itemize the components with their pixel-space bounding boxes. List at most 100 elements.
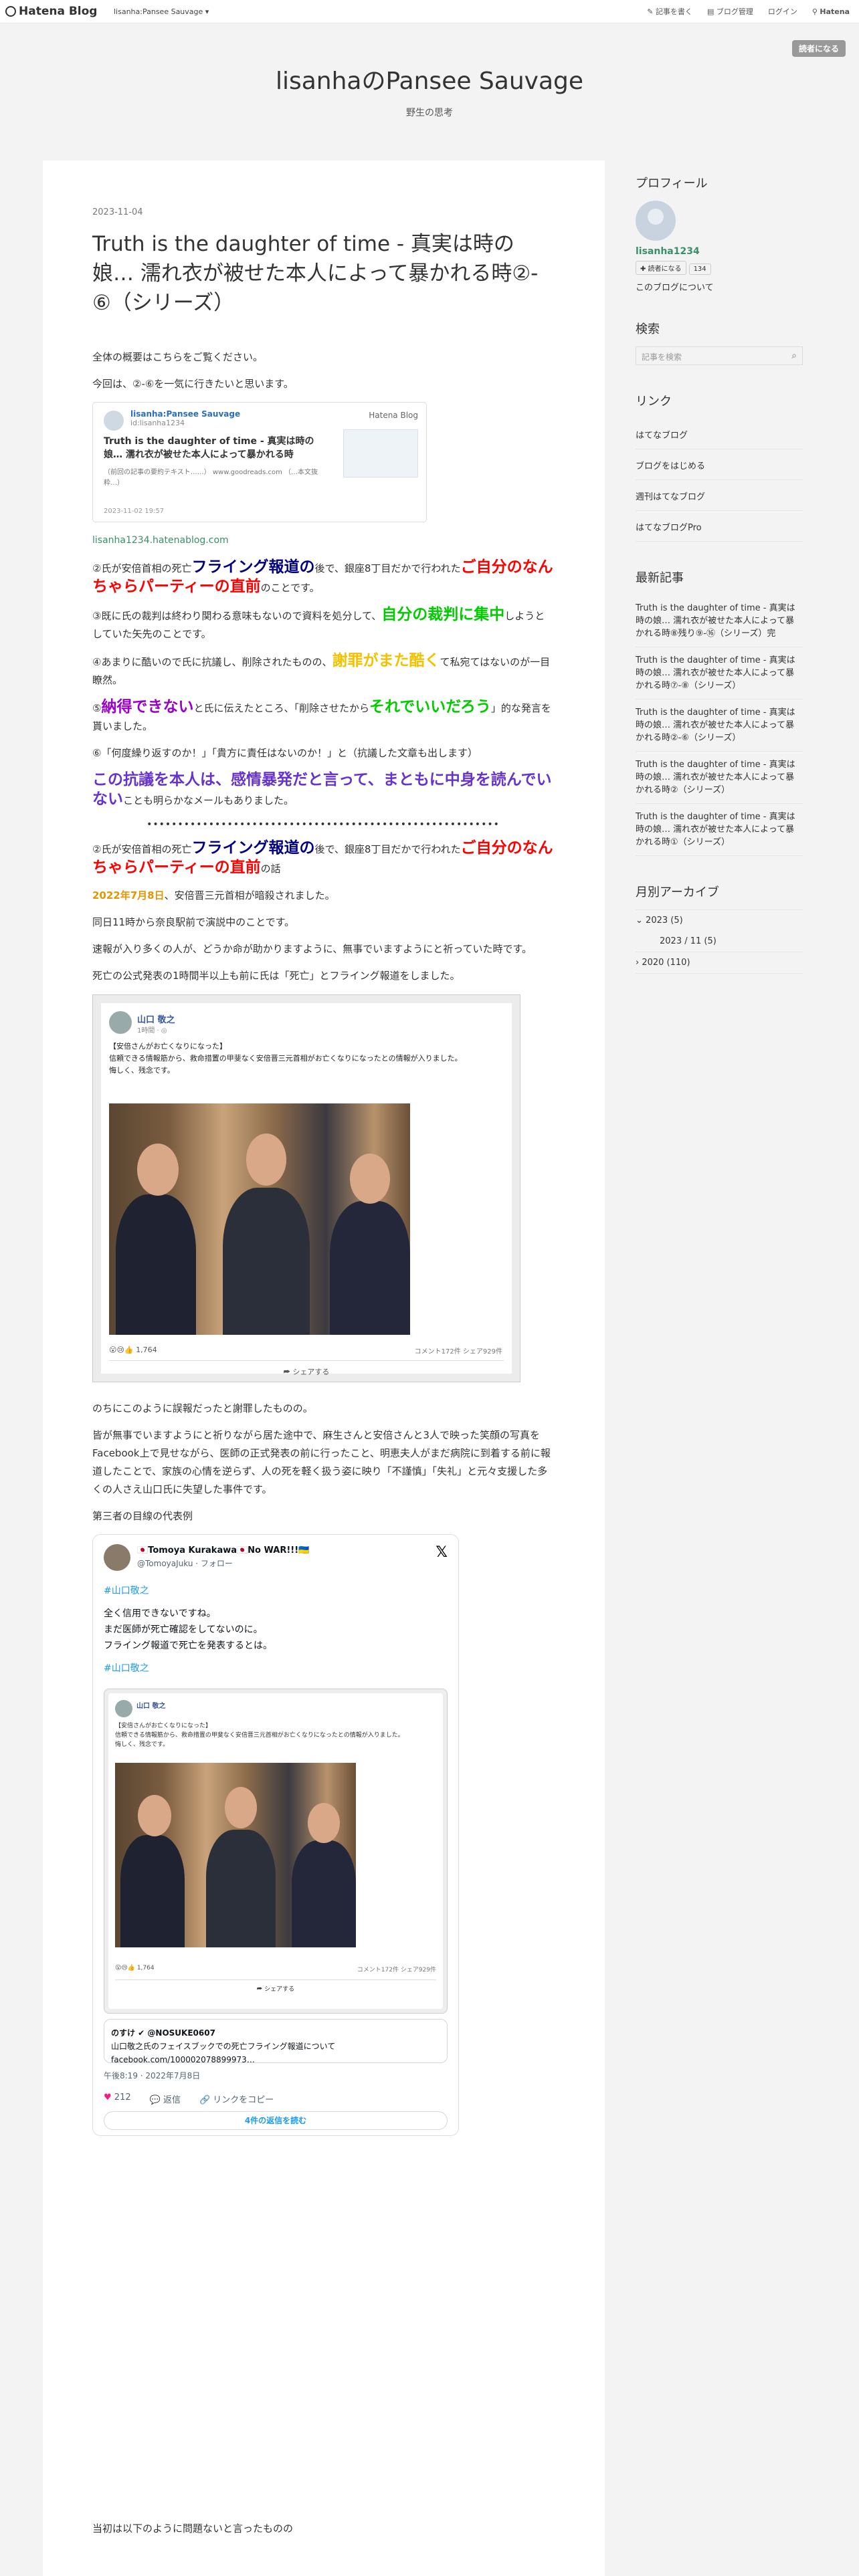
about-link[interactable]: このブログについて: [636, 280, 803, 293]
separator: ••••••••••••••••••••••••••••••••••••••••…: [147, 819, 500, 830]
blog-description: 野生の思考: [406, 108, 453, 118]
chevron-right-icon[interactable]: ›: [636, 958, 639, 968]
archive-year-2020[interactable]: › 2020 (110): [636, 952, 803, 973]
paragraph-5: ⑤納得できないと氏に伝えたところ、「削除させたからそれでいいだろう」的な発言を貰…: [92, 698, 551, 732]
blog-card[interactable]: lisanha:Pansee Sauvage id:lisanha1234 Ha…: [92, 402, 427, 522]
avatar: [104, 1544, 130, 1571]
main-content: 2023-11-04 Truth is the daughter of time…: [43, 160, 605, 2576]
username-link[interactable]: lisanha1234: [636, 246, 803, 257]
chevron-down-icon[interactable]: ⌄: [636, 916, 643, 926]
tweet-author[interactable]: 🇯🇵Tomoya Kurakawa🇯🇵No WAR!!!🇺🇦: [137, 1545, 309, 1555]
paragraph-13: のちにこのように誤報だったと謝罪したものの。: [92, 1402, 313, 1414]
paragraph-8: ②氏が安倍首相の死亡フライング報道の後で、銀座8丁目だかで行われたご自分のなんち…: [92, 839, 553, 876]
quote-fb-photo: [115, 1763, 356, 1947]
paragraph-11: 速報が入り多くの人が、どうか命が助かりますように、無事でいますようにと祈っていた…: [92, 943, 533, 955]
embedded-tweet[interactable]: 🇯🇵Tomoya Kurakawa🇯🇵No WAR!!!🇺🇦 @TomoyaJu…: [92, 1534, 459, 2136]
paragraph-12: 死亡の公式発表の1時間半以上も前に氏は「死亡」とフライング報道をしました。: [92, 970, 460, 982]
paragraph: 全体の概要はこちらをご覧ください。: [92, 351, 264, 363]
subscribe-small-button[interactable]: ✚ 読者になる: [636, 261, 686, 275]
fb-text: 【安倍さんがお亡くなりになった】 信頼できる情報筋から、救命措置の甲斐なく安倍晋…: [109, 1042, 462, 1075]
article-date[interactable]: 2023-11-04: [92, 207, 554, 217]
archive-month[interactable]: 2023 / 11 (5): [636, 931, 803, 952]
module-heading: プロフィール: [636, 177, 708, 191]
module-heading: 月別アーカイブ: [636, 885, 719, 899]
blog-admin-link[interactable]: ▤ ブログ管理: [707, 6, 753, 17]
tweet-handle[interactable]: @TomoyaJuku · フォロー: [137, 1558, 233, 1569]
recent-post-link[interactable]: Truth is the daughter of time - 真実は時の娘… …: [636, 647, 803, 700]
paragraph: 今回は、②-⑥を一気に行きたいと思います。: [92, 378, 294, 390]
copy-link-button[interactable]: 🔗 リンクをコピー: [199, 2092, 274, 2105]
search-icon[interactable]: ⌕: [791, 350, 797, 361]
card-link[interactable]: lisanha1234.hatenablog.com: [92, 532, 554, 550]
blog-header: lisanhaのPansee Sauvage 野生の思考: [0, 62, 859, 119]
card-brand: Hatena Blog: [369, 411, 418, 420]
paragraph-7: この抗議を本人は、感情暴発だと言って、まともに中身を読んでいないことも明らかなメ…: [92, 771, 552, 808]
quote-fb-text: 【安倍さんがお亡くなりになった】 信頼できる情報筋から、救命措置の甲斐なく安倍晋…: [115, 1723, 404, 1748]
paragraph-2: ②氏が安倍首相の死亡フライング報道の後で、銀座8丁目だかで行われたご自分のなんち…: [92, 558, 553, 595]
paragraph-15: 第三者の目線の代表例: [92, 1510, 193, 1522]
paragraph-16: 当初は以下のように問題ないと言ったものの: [92, 2523, 294, 2535]
recent-posts-module: 最新記事 Truth is the daughter of time - 真実は…: [636, 568, 803, 856]
article-title[interactable]: Truth is the daughter of time - 真実は時の娘… …: [92, 229, 554, 318]
tweet-body: #山口敬之 全く信用できないですね。 まだ医師が死亡確認をしてないのに。 フライ…: [104, 1586, 272, 1674]
avatar: [115, 1700, 132, 1717]
avatar[interactable]: [636, 201, 676, 241]
profile-module: プロフィール lisanha1234 ✚ 読者になる 134 このブログについて: [636, 174, 803, 293]
archive-module: 月別アーカイブ ⌄ 2023 (5) 2023 / 11 (5) › 2020 …: [636, 883, 803, 974]
paragraph-4: ④あまりに酷いので氏に抗議し、削除されたものの、謝罪がまた酷くて私宛てはないのが…: [92, 652, 551, 686]
facebook-screenshot: 山口 敬之 1時間 · ◎ 【安倍さんがお亡くなりになった】 信頼できる情報筋か…: [92, 994, 520, 1382]
paragraph-14: 皆が無事でいますようにと祈りながら居た途中で、麻生さんと安倍さんと3人で映った笑…: [92, 1429, 551, 1495]
paragraph-3: ③既に氏の裁判は終わり関わる意味もないので資料を処分して、自分の裁判に集中しよう…: [92, 606, 545, 640]
paragraph-9: 2022年7月8日、安倍晋三元首相が暗殺されました。: [92, 889, 335, 901]
sidebar-link[interactable]: はてなブログPro: [636, 511, 803, 542]
blog-title[interactable]: lisanhaのPansee Sauvage: [0, 62, 859, 96]
login-link[interactable]: ログイン: [768, 6, 797, 17]
card-date: 2023-11-02 19:57: [104, 508, 165, 515]
quoted-tweet[interactable]: のすけ ✔ @NOSUKE0607 山口敬之氏のフェイスブックでの死亡フライング…: [104, 2019, 448, 2064]
tweet-date[interactable]: 午後8:19 · 2022年7月8日: [104, 2070, 200, 2081]
recent-post-link[interactable]: Truth is the daughter of time - 真実は時の娘… …: [636, 700, 803, 752]
subscribe-button[interactable]: 読者になる: [791, 40, 846, 57]
recent-post-link[interactable]: Truth is the daughter of time - 真実は時の娘… …: [636, 595, 803, 647]
paragraph-6: ⑥「何度繰り返すのか！」「貴方に責任はないのか！」と（抗議した文章も出します）: [92, 747, 478, 759]
x-logo-icon[interactable]: 𝕏: [436, 1544, 448, 1561]
write-article-link[interactable]: ✎ 記事を書く: [647, 6, 692, 17]
sidebar-link[interactable]: はてなブログ: [636, 419, 803, 449]
quote-fb-stats: コメント172件 シェア929件: [357, 1967, 436, 1973]
quote-fb-reactions: 😮😢👍 1,764: [115, 1965, 155, 1971]
module-heading: リンク: [636, 395, 672, 409]
search-input[interactable]: 記事を検索 ⌕: [636, 346, 803, 365]
card-summary: （前回の記事の要約テキスト……） www.goodreads.com （…本文抜…: [104, 469, 318, 487]
archive-year-2023[interactable]: ⌄ 2023 (5): [636, 910, 803, 931]
tweet-actions: ♥ 212 💬 返信 🔗 リンクをコピー: [104, 2092, 274, 2105]
links-module: リンク はてなブログ ブログをはじめる 週刊はてなブログ はてなブログPro: [636, 392, 803, 542]
hatena-logo-icon: [5, 6, 16, 17]
avatar: [109, 1011, 132, 1034]
article: 2023-11-04 Truth is the daughter of time…: [92, 207, 554, 2136]
reply-button[interactable]: 💬 返信: [150, 2092, 181, 2105]
paragraph-10: 同日11時から奈良駅前で演説中のことです。: [92, 916, 295, 928]
quote-fb-author: 山口 敬之: [136, 1703, 166, 1710]
hatena-link[interactable]: ⚲ Hatena: [812, 7, 850, 16]
search-module: 検索 記事を検索 ⌕: [636, 320, 803, 365]
sidebar: プロフィール lisanha1234 ✚ 読者になる 134 このブログについて …: [636, 174, 803, 1000]
module-heading: 最新記事: [636, 571, 684, 585]
quoted-facebook-image: 山口 敬之 【安倍さんがお亡くなりになった】 信頼できる情報筋から、救命措置の甲…: [104, 1689, 448, 2014]
fb-photo: [109, 1103, 410, 1335]
sidebar-link[interactable]: 週刊はてなブログ: [636, 480, 803, 511]
recent-post-link[interactable]: Truth is the daughter of time - 真実は時の娘… …: [636, 804, 803, 856]
sidebar-link[interactable]: ブログをはじめる: [636, 449, 803, 480]
read-replies-button[interactable]: 4件の返信を読む: [104, 2111, 448, 2130]
like-button[interactable]: ♥ 212: [104, 2092, 131, 2105]
fb-stats: コメント172件 シェア929件: [414, 1348, 502, 1356]
fb-share: ⮫ シェアする: [109, 1360, 504, 1377]
avatar: [104, 411, 124, 431]
hatena-blog-logo[interactable]: Hatena Blog: [5, 5, 97, 18]
global-header: Hatena Blog lisanha:Pansee Sauvage ▾ ✎ 記…: [0, 0, 859, 23]
quote-fb-share: ⮫ シェアする: [115, 1979, 436, 1993]
card-thumbnail: [343, 429, 418, 477]
blog-selector[interactable]: lisanha:Pansee Sauvage ▾: [114, 7, 209, 16]
fb-reactions: 😮😢👍 1,764: [109, 1346, 157, 1354]
recent-post-link[interactable]: Truth is the daughter of time - 真実は時の娘… …: [636, 752, 803, 804]
subscriber-count[interactable]: 134: [688, 263, 711, 275]
